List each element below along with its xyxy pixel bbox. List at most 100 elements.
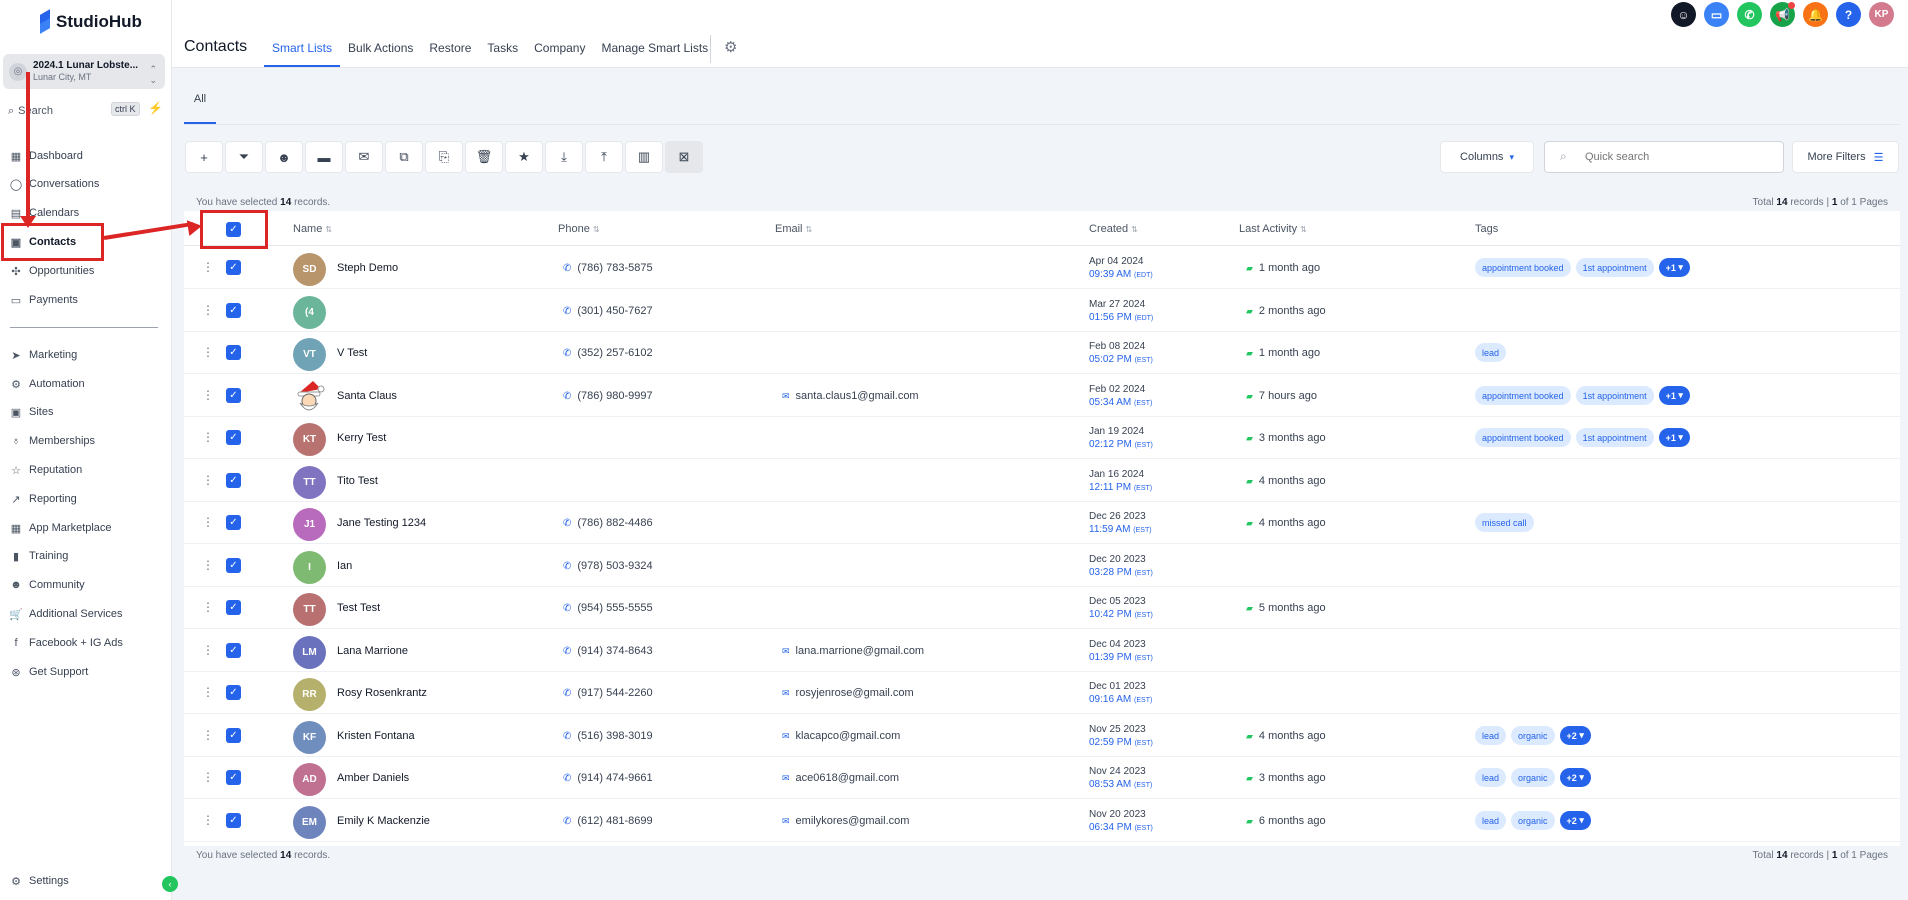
sidebar-item-settings[interactable]: ⚙ Settings <box>10 870 160 892</box>
row-menu-icon[interactable]: ⋮ <box>202 643 214 657</box>
table-row[interactable]: ⋮ ✓ I Ian ✆ (978) 503-9324 Dec 20 2023 03:28 PM… <box>184 545 1900 587</box>
import-icon[interactable]: ⤓ <box>545 141 583 173</box>
tab-all[interactable]: All <box>184 80 216 124</box>
contact-phone[interactable]: ✆ (914) 374-8643 <box>563 645 653 657</box>
row-menu-icon[interactable]: ⋮ <box>202 558 214 572</box>
contact-name[interactable]: Amber Daniels <box>337 772 409 784</box>
row-checkbox[interactable]: ✓ <box>226 388 241 403</box>
row-menu-icon[interactable]: ⋮ <box>202 345 214 359</box>
contact-email[interactable]: ✉ rosyjenrose@gmail.com <box>782 687 914 699</box>
tag-chip[interactable]: 1st appointment <box>1575 386 1654 405</box>
table-row[interactable]: ⋮ ✓ TT Test Test ✆ (954) 555-5555 Dec 05 2023 1… <box>184 587 1900 629</box>
table-row[interactable]: ⋮ ✓ KF Kristen Fontana ✆ (516) 398-3019 ✉ klaca… <box>184 715 1900 757</box>
row-menu-icon[interactable]: ⋮ <box>202 770 214 784</box>
merge-icon[interactable]: ⊠ <box>665 141 703 173</box>
contact-name[interactable]: Kristen Fontana <box>337 730 415 742</box>
sidebar-item-dashboard[interactable]: ▦ Dashboard <box>10 145 160 167</box>
row-menu-icon[interactable]: ⋮ <box>202 388 214 402</box>
bolt-icon[interactable]: ⚡ <box>148 101 163 115</box>
sidebar-search[interactable]: ⌕ Search ctrl K ⚡ <box>8 101 163 121</box>
tag-chip[interactable]: lead <box>1475 768 1507 787</box>
table-row[interactable]: ⋮ ✓ TT Tito Test Jan 16 2024 12:11 PM (EST) ▰ 4… <box>184 460 1900 502</box>
sidebar-item-sites[interactable]: ▣ Sites <box>10 401 160 423</box>
tag-chip[interactable]: appointment booked <box>1475 258 1571 277</box>
bell-icon[interactable]: 🔔 <box>1803 2 1828 27</box>
assistant-robot-icon[interactable]: ☺ <box>1671 2 1696 27</box>
contact-phone[interactable]: ✆ (786) 882-4486 <box>563 517 653 529</box>
sidebar-item-community[interactable]: ☻ Community <box>10 574 160 596</box>
table-row[interactable]: ⋮ ✓ KT Kerry Test Jan 19 2024 02:12 PM (EST) ▰… <box>184 417 1900 459</box>
star-icon[interactable]: ★ <box>505 141 543 173</box>
contact-name[interactable]: Test Test <box>337 602 380 614</box>
more-tags-button[interactable]: +1 ▾ <box>1658 258 1690 277</box>
user-avatar[interactable]: KP <box>1869 2 1894 27</box>
export-list-icon[interactable]: ⎘ <box>425 141 463 173</box>
row-checkbox[interactable]: ✓ <box>226 600 241 615</box>
tag-chip[interactable]: organic <box>1511 811 1555 830</box>
row-menu-icon[interactable]: ⋮ <box>202 260 214 274</box>
contact-name[interactable]: Santa Claus <box>337 390 397 402</box>
contact-phone[interactable]: ✆ (954) 555-5555 <box>563 602 653 614</box>
sidebar-item-automation[interactable]: ⚙ Automation <box>10 373 160 395</box>
smart-list-settings-icon[interactable]: ⚙ <box>724 38 737 56</box>
email-icon[interactable]: ✉ <box>345 141 383 173</box>
sidebar-item-memberships[interactable]: ♁ Memberships <box>10 430 160 452</box>
more-tags-button[interactable]: +1 ▾ <box>1658 428 1690 447</box>
sidebar-item-reporting[interactable]: ↗ Reporting <box>10 488 160 510</box>
table-row[interactable]: ⋮ ✓ Santa Claus ✆ (786) 980-9997 ✉ santa.claus… <box>184 375 1900 417</box>
row-checkbox[interactable]: ✓ <box>226 813 241 828</box>
brand-logo[interactable]: StudioHub <box>38 12 142 32</box>
contact-name[interactable]: Rosy Rosenkrantz <box>337 687 427 699</box>
table-row[interactable]: ⋮ ✓ VT V Test ✆ (352) 257-6102 Feb 08 2024 05:0… <box>184 332 1900 374</box>
table-row[interactable]: ⋮ ✓ EM Emily K Mackenzie ✆ (612) 481-8699 ✉ emi… <box>184 800 1900 842</box>
row-checkbox[interactable]: ✓ <box>226 515 241 530</box>
sidebar-item-get-support[interactable]: ⊛ Get Support <box>10 661 160 683</box>
contact-phone[interactable]: ✆ (516) 398-3019 <box>563 730 653 742</box>
contact-name[interactable]: Tito Test <box>337 475 378 487</box>
contact-email[interactable]: ✉ lana.marrione@gmail.com <box>782 645 924 657</box>
sidebar-item-conversations[interactable]: ◯ Conversations <box>10 173 160 195</box>
tag-chip[interactable]: 1st appointment <box>1575 428 1654 447</box>
sms-icon[interactable]: ▬ <box>305 141 343 173</box>
contact-email[interactable]: ✉ ace0618@gmail.com <box>782 772 899 784</box>
row-checkbox[interactable]: ✓ <box>226 728 241 743</box>
quick-search-input[interactable] <box>1544 141 1784 173</box>
table-row[interactable]: ⋮ ✓ AD Amber Daniels ✆ (914) 474-9661 ✉ ace0618… <box>184 757 1900 799</box>
filter-icon[interactable]: ⏷ <box>225 141 263 173</box>
row-checkbox[interactable]: ✓ <box>226 430 241 445</box>
row-menu-icon[interactable]: ⋮ <box>202 430 214 444</box>
sidebar-item-marketing[interactable]: ➤ Marketing <box>10 344 160 366</box>
add-icon[interactable]: + <box>185 141 223 173</box>
sidebar-item-reputation[interactable]: ☆ Reputation <box>10 459 160 481</box>
row-checkbox[interactable]: ✓ <box>226 260 241 275</box>
sidebar-item-facebook-ig-ads[interactable]: f Facebook + IG Ads <box>10 632 160 654</box>
contact-phone[interactable]: ✆ (352) 257-6102 <box>563 347 653 359</box>
contact-email[interactable]: ✉ klacapco@gmail.com <box>782 730 900 742</box>
row-menu-icon[interactable]: ⋮ <box>202 303 214 317</box>
contact-phone[interactable]: ✆ (978) 503-9324 <box>563 560 653 572</box>
row-menu-icon[interactable]: ⋮ <box>202 813 214 827</box>
tag-chip[interactable]: lead <box>1475 343 1507 362</box>
contact-phone[interactable]: ✆ (786) 783-5875 <box>563 262 653 274</box>
contact-email[interactable]: ✉ emilykores@gmail.com <box>782 815 909 827</box>
table-row[interactable]: ⋮ ✓ (4 ✆ (301) 450-7627 Mar 27 2024 01:56 PM (… <box>184 290 1900 332</box>
table-row[interactable]: ⋮ ✓ LM Lana Marrione ✆ (914) 374-8643 ✉ lana.ma… <box>184 630 1900 672</box>
row-menu-icon[interactable]: ⋮ <box>202 515 214 529</box>
tab-manage-smart-lists[interactable]: Manage Smart Lists <box>593 40 716 67</box>
more-tags-button[interactable]: +2 ▾ <box>1559 811 1591 830</box>
header-phone[interactable]: Phone ⇅ <box>558 223 600 235</box>
tag-chip[interactable]: organic <box>1511 768 1555 787</box>
contact-phone[interactable]: ✆ (786) 980-9997 <box>563 390 653 402</box>
row-checkbox[interactable]: ✓ <box>226 473 241 488</box>
contact-name[interactable]: V Test <box>337 347 367 359</box>
contact-name[interactable]: Ian <box>337 560 352 572</box>
tag-chip[interactable]: 1st appointment <box>1575 258 1654 277</box>
contact-phone[interactable]: ✆ (914) 474-9661 <box>563 772 653 784</box>
contact-phone[interactable]: ✆ (612) 481-8699 <box>563 815 653 827</box>
contact-name[interactable]: Lana Marrione <box>337 645 408 657</box>
columns-button[interactable]: Columns ▾ <box>1440 141 1534 173</box>
sidebar-item-training[interactable]: ▮ Training <box>10 545 160 567</box>
tag-chip[interactable]: organic <box>1511 726 1555 745</box>
more-tags-button[interactable]: +1 ▾ <box>1658 386 1690 405</box>
sidebar-item-additional-services[interactable]: 🛒 Additional Services <box>9 603 160 625</box>
